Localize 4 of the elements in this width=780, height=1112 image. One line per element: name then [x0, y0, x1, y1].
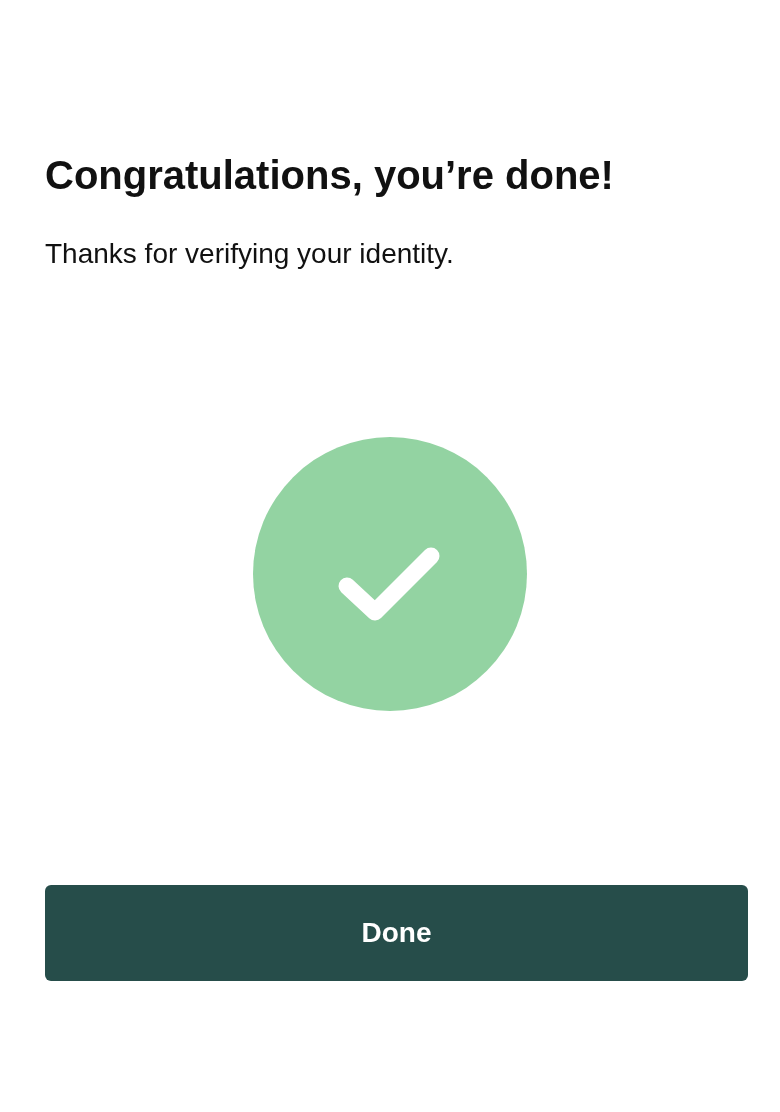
confirmation-message: Thanks for verifying your identity.: [45, 237, 454, 271]
done-button[interactable]: Done: [45, 885, 748, 981]
success-check-icon: [253, 437, 527, 711]
page-title: Congratulations, you’re done!: [45, 152, 614, 199]
